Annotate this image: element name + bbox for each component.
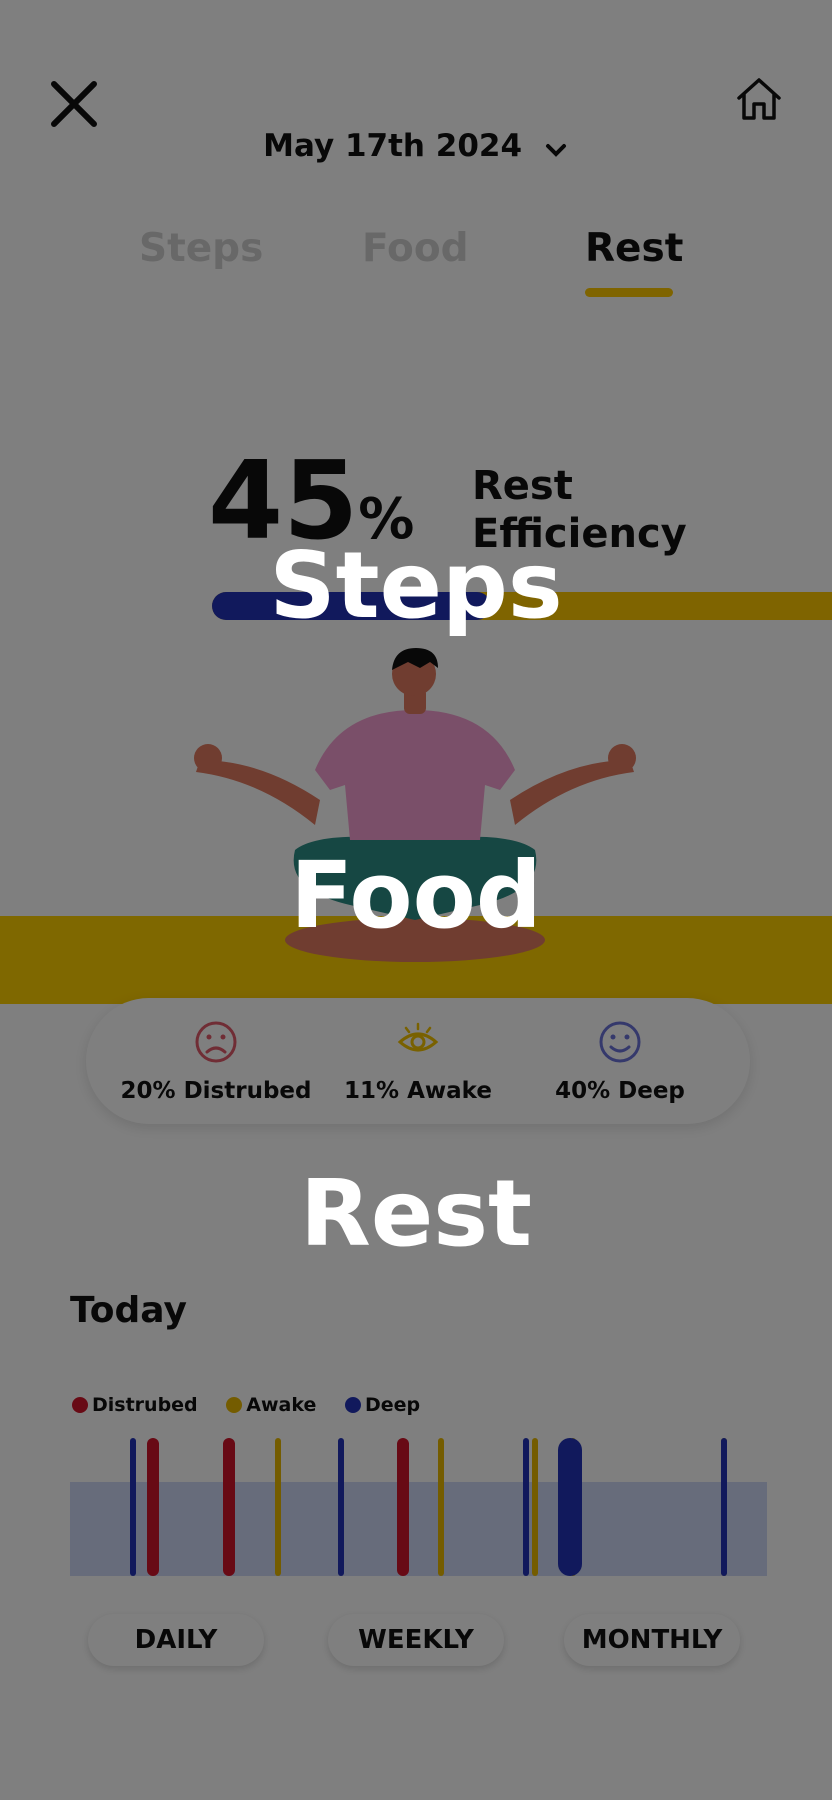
- overlay-menu-steps[interactable]: Steps: [0, 532, 832, 639]
- overlay-menu-food[interactable]: Food: [0, 842, 832, 949]
- overlay-menu-rest[interactable]: Rest: [0, 1160, 832, 1267]
